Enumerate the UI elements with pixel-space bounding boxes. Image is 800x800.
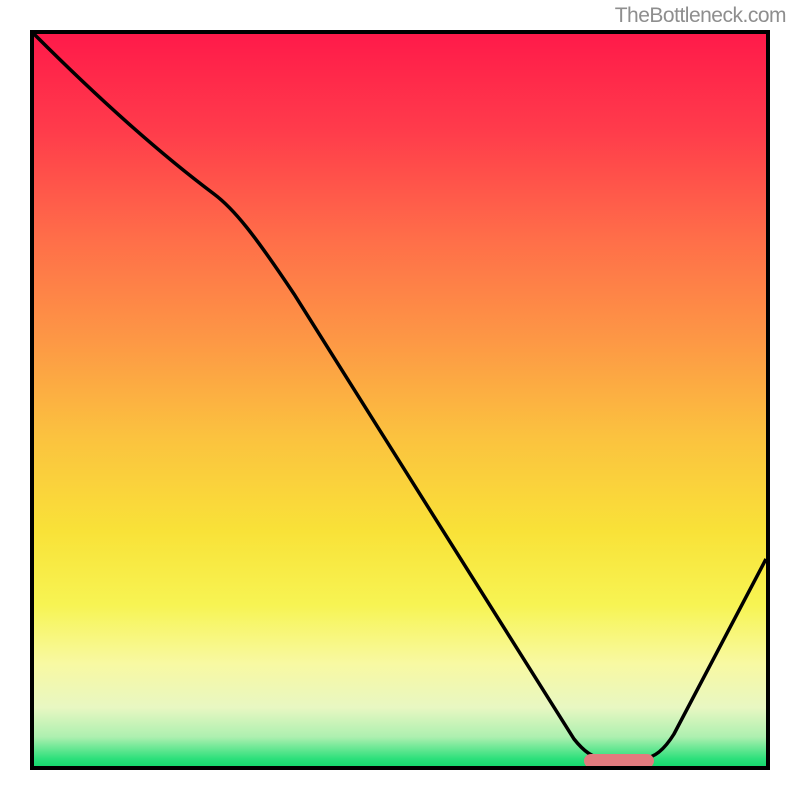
optimal-marker [584,754,654,768]
bottleneck-curve [34,34,766,766]
chart-container: TheBottleneck.com [0,0,800,800]
plot-area [30,30,770,770]
watermark-text: TheBottleneck.com [615,4,786,28]
